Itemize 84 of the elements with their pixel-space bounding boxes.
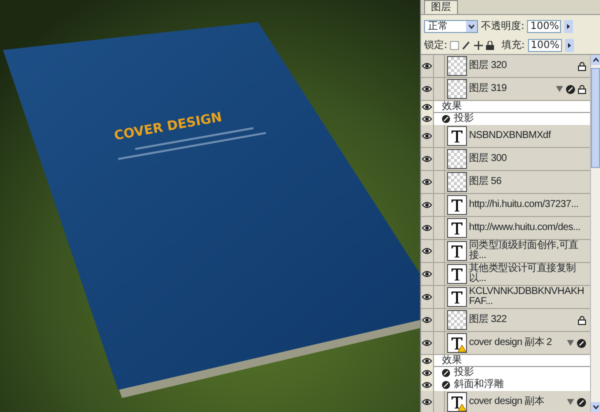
eye-icon[interactable] <box>422 270 432 278</box>
eye-icon[interactable] <box>422 62 432 70</box>
text-layer-icon <box>451 245 463 258</box>
effects-label: 效果 <box>442 354 462 366</box>
text-layer-icon <box>451 130 463 143</box>
layer-name: 图层 319 <box>469 84 508 94</box>
fill-label: 填充: <box>501 38 525 53</box>
cover-title: COVER DESIGN <box>113 110 224 144</box>
layer-row[interactable]: http://hi.huitu.com/37237... <box>421 194 590 217</box>
eye-icon[interactable] <box>422 155 432 163</box>
effect-name[interactable]: 投影 <box>454 113 474 125</box>
blend-mode-dropdown[interactable]: 正常 <box>424 20 478 33</box>
eye-icon[interactable] <box>422 316 432 324</box>
scroll-down-icon[interactable] <box>591 402 600 412</box>
scroll-up-icon[interactable] <box>591 55 600 65</box>
layers-tab[interactable]: 图层 <box>424 0 458 14</box>
opacity-label: 不透明度: <box>481 20 524 34</box>
layer-thumbnail <box>447 310 467 330</box>
layer-row[interactable]: 图层 319 <box>421 78 590 101</box>
effects-icon <box>577 338 586 348</box>
lock-transparency-icon[interactable] <box>450 41 460 50</box>
text-layer-icon <box>451 337 463 350</box>
effects-label: 效果 <box>442 100 462 112</box>
effects-icon <box>566 84 575 94</box>
eye-icon[interactable] <box>422 339 432 347</box>
text-layer-icon <box>451 268 463 281</box>
layer-name: cover design 副本 2 <box>469 338 553 348</box>
layer-name: 其他类型设计可直接复制以... <box>469 264 577 284</box>
layer-name: 图层 322 <box>469 315 508 325</box>
text-layer-icon <box>451 291 463 304</box>
eye-icon[interactable] <box>422 381 432 389</box>
layer-row[interactable]: cover design 副本 <box>421 391 590 412</box>
effects-icon <box>577 398 586 406</box>
layer-row[interactable]: 其他类型设计可直接复制以... <box>421 263 590 286</box>
layer-row[interactable]: 图层 56 <box>421 171 590 194</box>
lock-label: 锁定: <box>424 38 448 53</box>
layer-name: http://hi.huitu.com/37237... <box>469 200 580 210</box>
eye-icon[interactable] <box>422 293 432 301</box>
eye-icon[interactable] <box>422 369 432 377</box>
layer-name: KCLVNNKJDBBKNVHAKHFAF... <box>469 287 586 307</box>
effect-name[interactable]: 投影 <box>454 367 474 379</box>
eye-icon[interactable] <box>422 201 432 209</box>
layer-thumbnail <box>447 149 467 169</box>
layer-thumbnail <box>447 79 467 99</box>
layer-row[interactable]: http://www.huitu.com/des... <box>421 217 590 240</box>
eye-icon[interactable] <box>422 132 432 140</box>
text-layer-icon <box>451 222 463 235</box>
layer-row[interactable]: 图层 320 <box>421 55 590 78</box>
move-icon[interactable] <box>474 41 484 50</box>
eye-icon[interactable] <box>422 224 432 232</box>
layer-row[interactable]: KCLVNNKJDBBKNVHAKHFAF... <box>421 286 590 309</box>
layer-row[interactable]: NSBNDXBNBMXdf <box>421 125 590 148</box>
arrow-button-icon[interactable] <box>564 39 574 52</box>
layer-row[interactable]: 同类型顶级封面创作,可直接... <box>421 240 590 263</box>
layer-row[interactable]: 图层 300 <box>421 148 590 171</box>
eye-icon[interactable] <box>422 115 432 123</box>
scrollbar-thumb[interactable] <box>591 68 600 168</box>
layer-name: 图层 320 <box>469 61 508 71</box>
arrow-button-icon[interactable] <box>564 20 574 33</box>
layer-row[interactable]: 图层 322 <box>421 309 590 332</box>
layer-thumbnail <box>447 172 467 192</box>
layer-name: 同类型顶级封面创作,可直接... <box>469 241 580 261</box>
eye-icon[interactable] <box>422 103 432 111</box>
eye-icon[interactable] <box>422 85 432 93</box>
expand-triangle-icon[interactable] <box>556 86 563 92</box>
layer-name: NSBNDXBNBMXdf <box>469 131 552 141</box>
layer-name: http://www.huitu.com/des... <box>469 223 582 233</box>
expand-triangle-icon[interactable] <box>567 399 574 405</box>
text-layer-icon <box>451 199 463 212</box>
layer-name: 图层 300 <box>469 154 508 164</box>
layer-name: 图层 56 <box>469 177 502 187</box>
expand-triangle-icon[interactable] <box>567 340 574 346</box>
caret-icon <box>466 21 477 32</box>
lock-icon[interactable] <box>486 41 494 50</box>
text-layer-icon <box>451 396 463 409</box>
layer-thumbnail <box>447 56 467 76</box>
eye-icon[interactable] <box>422 178 432 186</box>
opacity-field[interactable]: 100% <box>527 20 562 33</box>
layer-name: cover design 副本 <box>469 397 545 407</box>
eye-icon[interactable] <box>422 247 432 255</box>
layer-row[interactable]: cover design 副本 2 <box>421 332 590 355</box>
fill-field[interactable]: 100% <box>528 39 562 52</box>
eye-icon[interactable] <box>422 398 432 406</box>
eye-icon[interactable] <box>422 357 432 365</box>
